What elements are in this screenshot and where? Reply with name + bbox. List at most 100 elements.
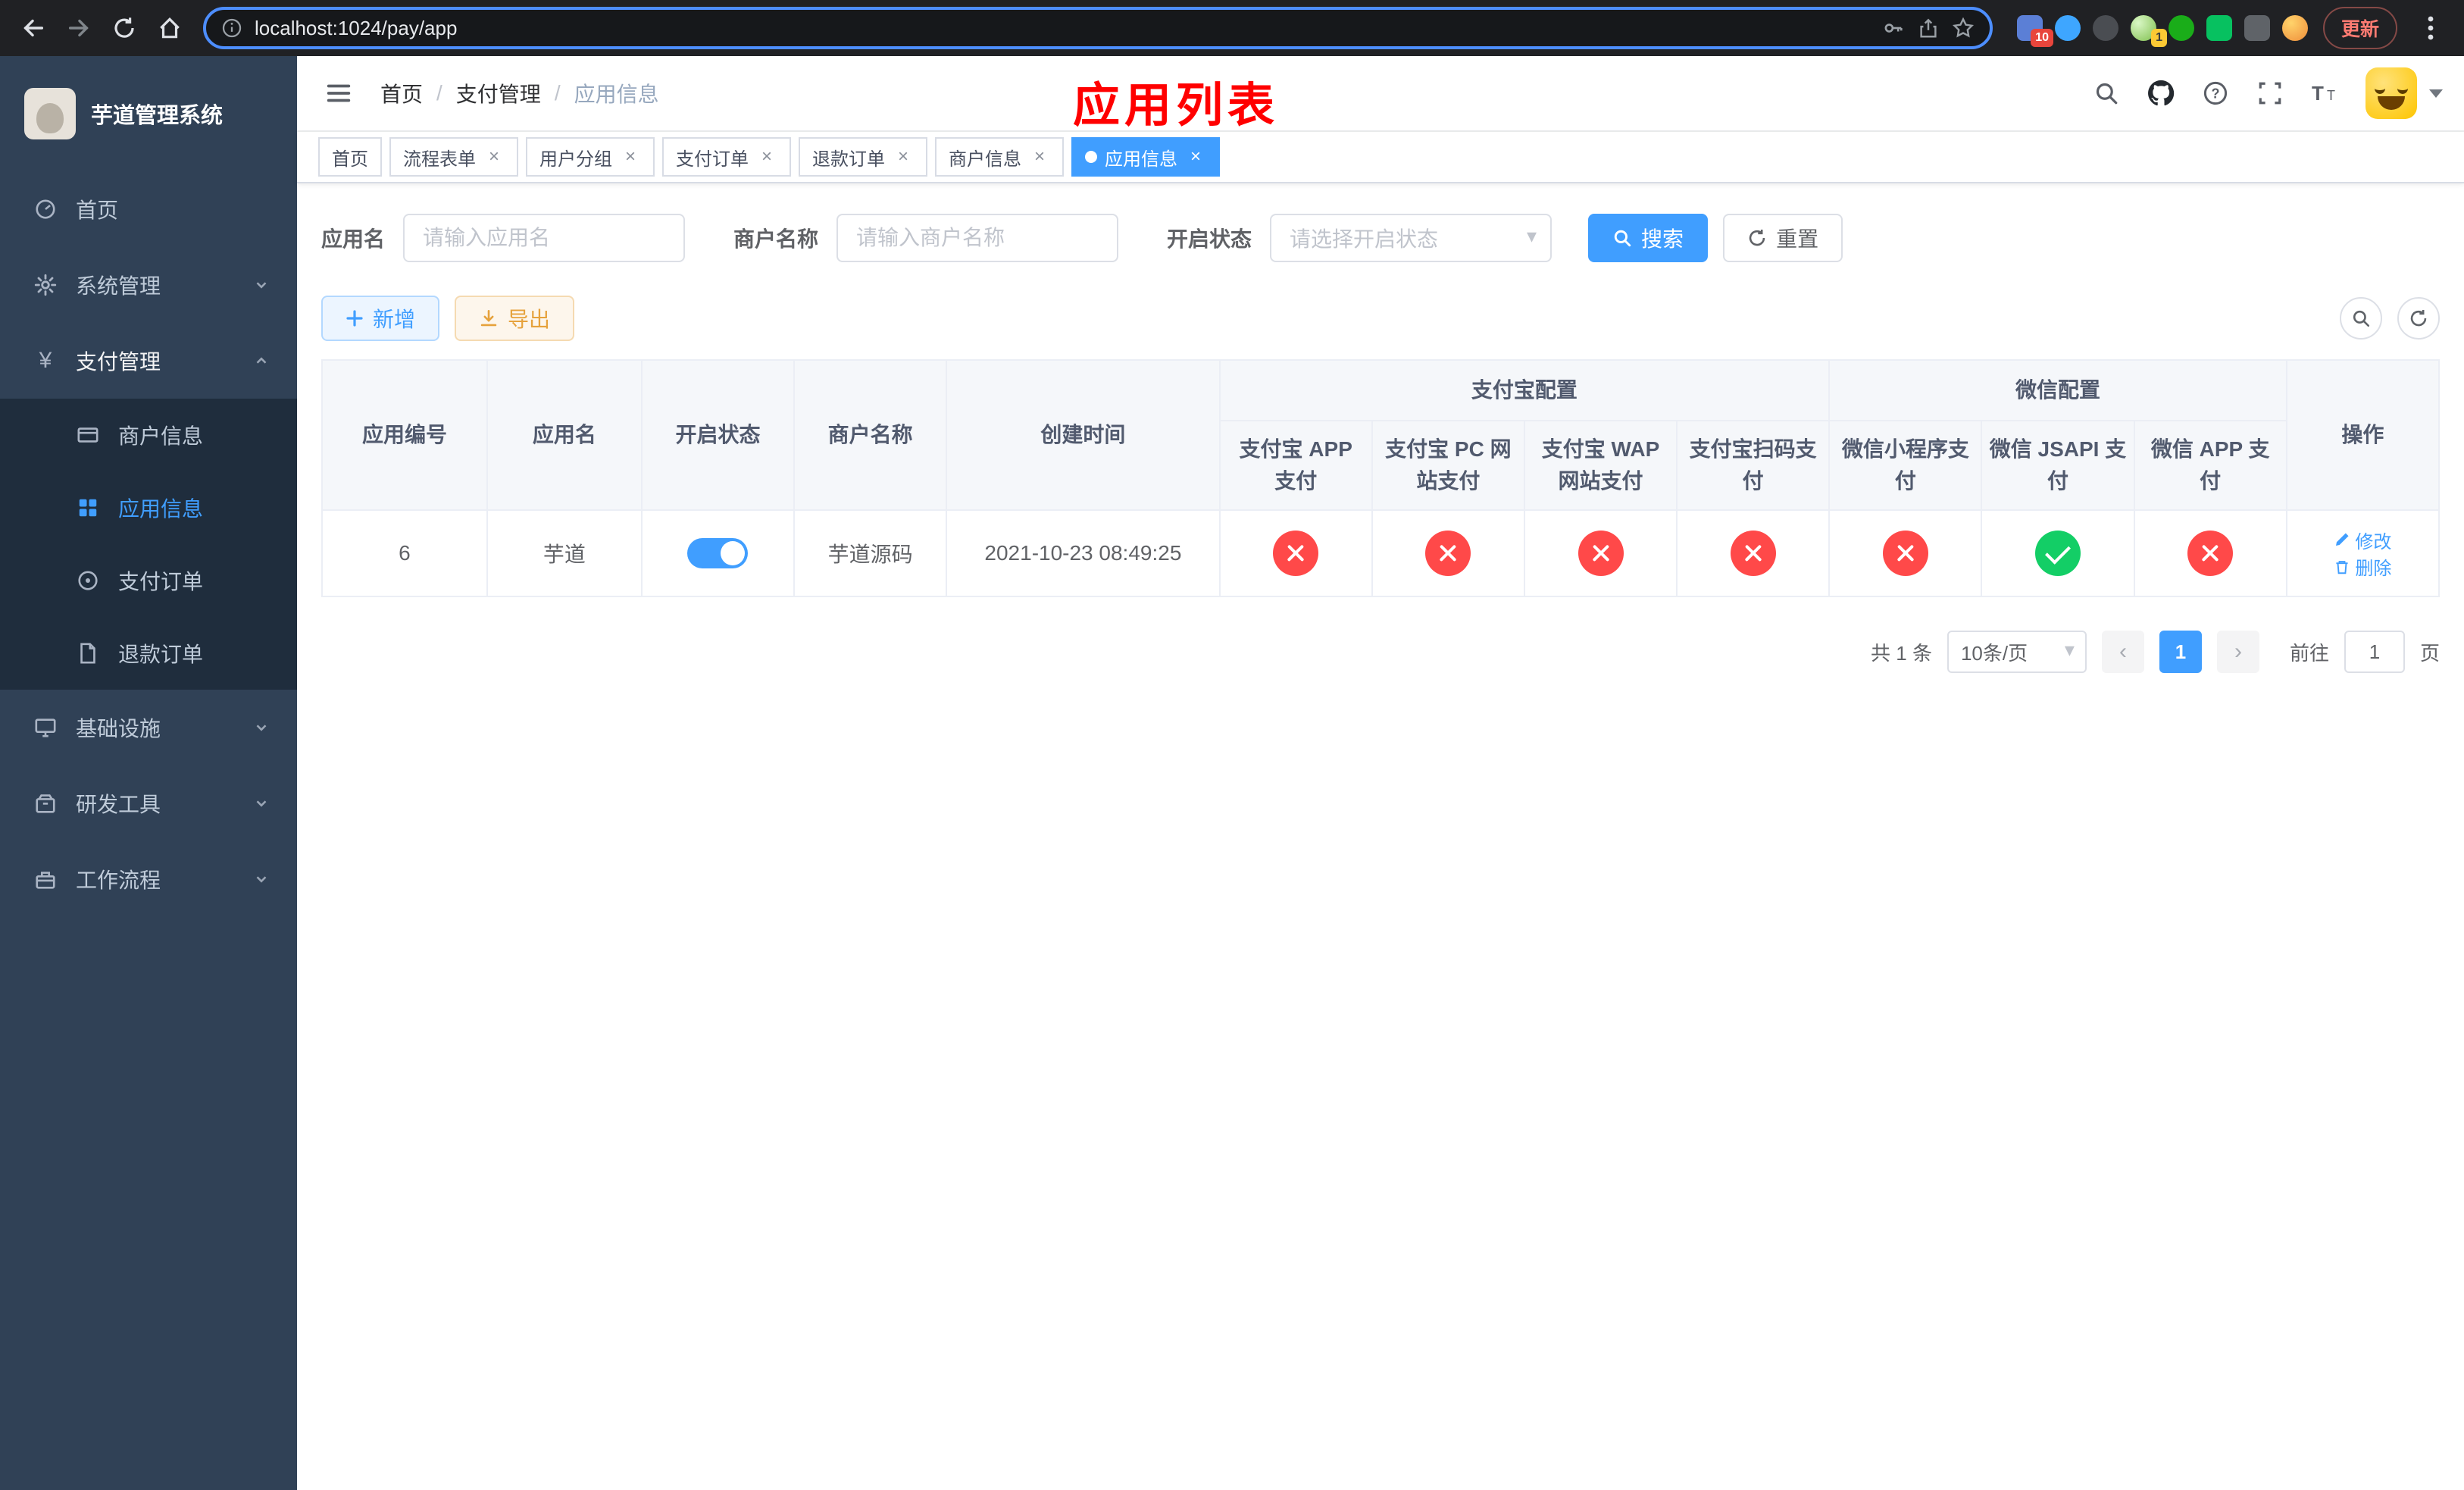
extensions-cluster: 10 1 xyxy=(2016,15,2308,47)
font-size-icon[interactable]: TT xyxy=(2302,70,2347,116)
export-button-label: 导出 xyxy=(508,308,551,331)
search-icon[interactable] xyxy=(2084,70,2129,116)
extension-badge-yellow: 1 xyxy=(2151,29,2167,47)
sidebar-item-payment-orders[interactable]: 支付订单 xyxy=(0,544,297,617)
sidebar-item-label: 退款订单 xyxy=(118,643,204,666)
status-select[interactable]: 请选择开启状态 ▾ xyxy=(1270,214,1553,262)
extension-icon-5[interactable] xyxy=(2168,15,2194,41)
merchant-name-input[interactable] xyxy=(836,214,1119,262)
add-button[interactable]: 新增 xyxy=(321,296,440,341)
extension-icon-8[interactable] xyxy=(2281,15,2308,41)
extension-icon-2[interactable] xyxy=(2054,15,2081,41)
breadcrumb-separator: / xyxy=(554,81,561,105)
sidebar-item-infra[interactable]: 基础设施 xyxy=(0,690,297,765)
close-icon[interactable]: × xyxy=(893,146,914,167)
browser-menu-icon[interactable] xyxy=(2409,7,2452,49)
next-page-button[interactable]: › xyxy=(2216,631,2259,673)
sidebar-item-label: 系统管理 xyxy=(76,274,161,298)
credit-card-icon xyxy=(76,423,100,447)
edit-link[interactable]: 修改 xyxy=(2334,527,2391,553)
chevron-up-icon xyxy=(253,352,270,369)
tab-payment-orders[interactable]: 支付订单 × xyxy=(662,137,791,177)
extension-icon-4[interactable]: 1 xyxy=(2130,15,2167,47)
page-number-1[interactable]: 1 xyxy=(2159,631,2202,673)
share-icon[interactable] xyxy=(1917,17,1940,39)
sidebar-item-app-info[interactable]: 应用信息 xyxy=(0,471,297,544)
refresh-table-icon[interactable] xyxy=(2397,297,2440,340)
reset-button[interactable]: 重置 xyxy=(1723,214,1843,262)
close-icon[interactable]: × xyxy=(483,146,505,167)
chrome-update-button[interactable]: 更新 xyxy=(2322,7,2397,49)
col-header-actions: 操作 xyxy=(2285,359,2440,511)
user-avatar[interactable] xyxy=(2366,67,2417,119)
sidebar-item-home[interactable]: 首页 xyxy=(0,171,297,247)
breadcrumb-home[interactable]: 首页 xyxy=(380,78,423,108)
close-icon[interactable]: × xyxy=(620,146,641,167)
sidebar-item-label: 支付订单 xyxy=(118,570,204,593)
main-area: 首页 / 支付管理 / 应用信息 应用列表 ? T T 首页 流程表单 × 用户… xyxy=(297,56,2464,1490)
dashboard-icon xyxy=(33,197,58,221)
tab-process-form[interactable]: 流程表单 × xyxy=(389,137,518,177)
sidebar-item-merchant-info[interactable]: 商户信息 xyxy=(0,399,297,471)
filter-form: 应用名 商户名称 开启状态 请选择开启状态 ▾ 搜索 重置 xyxy=(321,214,2440,262)
back-icon[interactable] xyxy=(12,7,55,49)
forward-icon[interactable] xyxy=(58,7,100,49)
bookmark-star-icon[interactable] xyxy=(1952,17,1975,39)
chevron-down-icon xyxy=(253,795,270,812)
target-icon xyxy=(76,568,100,593)
status-toggle[interactable] xyxy=(687,538,749,568)
extension-icon-6[interactable] xyxy=(2206,15,2232,41)
close-icon[interactable]: × xyxy=(1029,146,1050,167)
cell-merchant: 芋道源码 xyxy=(793,509,948,597)
tab-app-info[interactable]: 应用信息 × xyxy=(1071,137,1220,177)
merchant-name-label: 商户名称 xyxy=(733,227,819,251)
sidebar-item-workflow[interactable]: 工作流程 xyxy=(0,841,297,917)
extension-icon-3[interactable] xyxy=(2092,15,2118,41)
gear-icon xyxy=(33,273,58,297)
tab-refund-orders[interactable]: 退款订单 × xyxy=(799,137,927,177)
export-button[interactable]: 导出 xyxy=(455,296,575,341)
extension-icon-7[interactable] xyxy=(2244,15,2270,41)
help-icon[interactable]: ? xyxy=(2193,70,2238,116)
sidebar-item-system[interactable]: 系统管理 xyxy=(0,247,297,323)
site-info-icon[interactable] xyxy=(221,17,242,39)
refresh-icon[interactable] xyxy=(103,7,145,49)
prev-page-button[interactable]: ‹ xyxy=(2101,631,2144,673)
svg-text:T: T xyxy=(2327,88,2335,103)
close-icon[interactable]: × xyxy=(1185,146,1206,167)
tab-merchant-info[interactable]: 商户信息 × xyxy=(935,137,1064,177)
goto-page-input[interactable] xyxy=(2344,631,2405,673)
tab-home[interactable]: 首页 xyxy=(318,137,382,177)
github-icon[interactable] xyxy=(2138,70,2184,116)
navbar: 首页 / 支付管理 / 应用信息 应用列表 ? T T xyxy=(297,56,2464,132)
chevron-down-icon xyxy=(253,719,270,736)
cell-created: 2021-10-23 08:49:25 xyxy=(946,509,1221,597)
yen-icon: ¥ xyxy=(39,348,52,373)
app-table: 应用编号 应用名 开启状态 商户名称 创建时间 支付宝配置 微信配置 操作 支付… xyxy=(321,359,2440,597)
page-size-select[interactable]: 10条/页 ▾ xyxy=(1946,631,2087,673)
hamburger-icon[interactable] xyxy=(318,73,359,114)
password-key-icon[interactable] xyxy=(1882,17,1905,39)
sidebar-item-payment[interactable]: ¥ 支付管理 xyxy=(0,323,297,399)
extension-badge-red: 10 xyxy=(2031,29,2053,47)
toggle-search-icon[interactable] xyxy=(2340,297,2382,340)
extension-icon-1[interactable]: 10 xyxy=(2016,15,2053,47)
app-name-input[interactable] xyxy=(403,214,686,262)
home-icon[interactable] xyxy=(149,7,191,49)
close-icon[interactable]: × xyxy=(756,146,777,167)
tab-user-group[interactable]: 用户分组 × xyxy=(526,137,655,177)
search-button-label: 搜索 xyxy=(1641,227,1684,251)
sidebar-item-refund-orders[interactable]: 退款订单 xyxy=(0,617,297,690)
payment-submenu: 商户信息 应用信息 支付订单 退款订单 xyxy=(0,399,297,690)
app-shell: 芋道管理系统 首页 系统管理 ¥ 支付管理 商户信息 应用信息 支付订单 退款订… xyxy=(0,56,2464,1490)
search-button[interactable]: 搜索 xyxy=(1588,214,1709,262)
user-menu-caret-icon[interactable] xyxy=(2429,89,2443,98)
breadcrumb-payment[interactable]: 支付管理 xyxy=(456,78,541,108)
url-bar[interactable]: localhost:1024/pay/app xyxy=(203,7,1993,49)
goto-label: 前往 xyxy=(2289,641,2329,665)
delete-link[interactable]: 删除 xyxy=(2334,553,2391,580)
sidebar-item-devtools[interactable]: 研发工具 xyxy=(0,765,297,841)
fullscreen-icon[interactable] xyxy=(2247,70,2293,116)
sidebar-logo[interactable]: 芋道管理系统 xyxy=(0,56,297,171)
active-tab-dot xyxy=(1085,151,1097,163)
